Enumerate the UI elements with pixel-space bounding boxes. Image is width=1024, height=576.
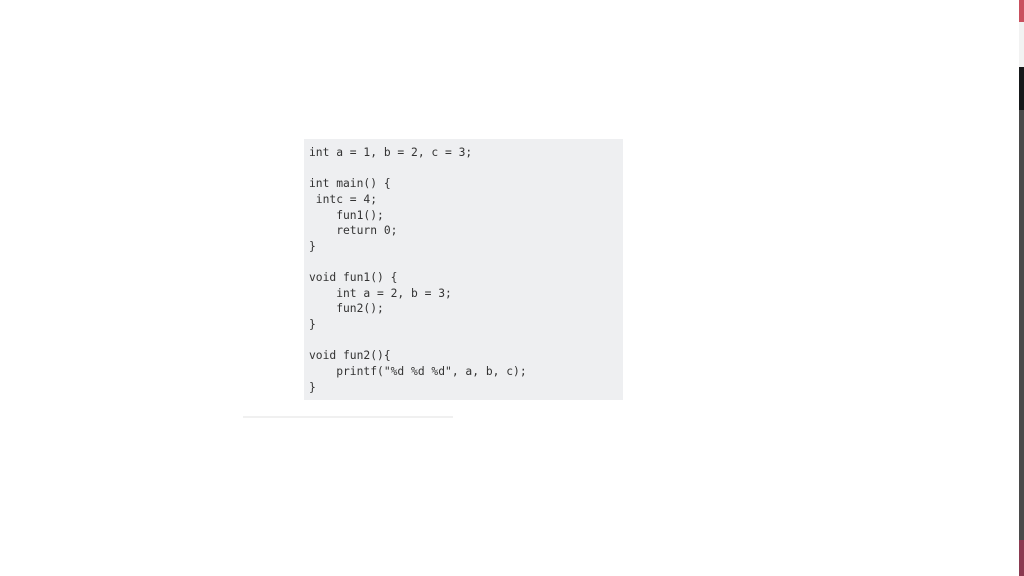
code-line: intc = 4; xyxy=(309,192,378,206)
code-line: fun1(); xyxy=(309,208,384,222)
code-line: printf("%d %d %d", a, b, c); xyxy=(309,364,527,378)
side-strip-top-accent xyxy=(1019,0,1024,22)
code-line: fun2(); xyxy=(309,302,384,316)
horizontal-divider xyxy=(243,416,453,418)
code-line: void fun1() { xyxy=(309,271,398,285)
code-line: } xyxy=(309,380,316,394)
side-strip-bottom-accent xyxy=(1019,540,1024,576)
code-line: int main() { xyxy=(309,177,391,191)
side-strip-light-segment xyxy=(1019,22,1024,67)
code-snippet-image: int a = 1, b = 2, c = 3; int main() { in… xyxy=(304,139,623,400)
code-line: } xyxy=(309,239,316,253)
code-line: } xyxy=(309,318,316,332)
code-line: return 0; xyxy=(309,224,398,238)
side-strip-dark-segment xyxy=(1019,67,1024,110)
scrollbar-track[interactable] xyxy=(1019,110,1024,540)
code-line: int a = 2, b = 3; xyxy=(309,286,452,300)
code-line: int a = 1, b = 2, c = 3; xyxy=(309,146,473,159)
code-line: void fun2(){ xyxy=(309,349,391,363)
